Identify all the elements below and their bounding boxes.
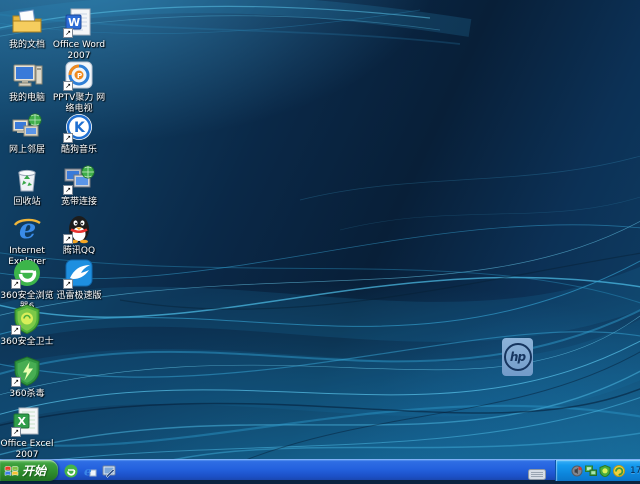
desktop-icon-label: 360杀毒 xyxy=(9,389,45,399)
desktop-icon-thunder[interactable]: ↗ 迅雷极速版 xyxy=(52,257,106,302)
desktop-icon-qq[interactable]: ↗ 腾讯QQ xyxy=(52,212,106,257)
system-tray: 17:05 xyxy=(555,460,640,481)
desktop-icon-360-safe-guard[interactable]: ↗ 360安全卫士 xyxy=(0,303,54,348)
shortcut-arrow-icon: ↗ xyxy=(11,279,21,289)
shortcut-arrow-icon: ↗ xyxy=(11,377,21,387)
kugou-music-icon: K ↗ xyxy=(63,111,95,143)
language-bar-icon[interactable] xyxy=(528,465,546,480)
broadband-icon: ↗ xyxy=(63,163,95,195)
my-documents-icon xyxy=(11,6,43,38)
desktop-icon-label: 360安全卫士 xyxy=(0,337,54,347)
desktop-icon-office-word[interactable]: W ↗ Office Word 2007 xyxy=(52,6,106,62)
shortcut-arrow-icon: ↗ xyxy=(63,133,73,143)
shortcut-arrow-icon: ↗ xyxy=(63,279,73,289)
desktop-icon-label: 网上邻居 xyxy=(8,145,45,155)
quick-launch-bar: e xyxy=(63,462,116,479)
volume-tray-icon[interactable] xyxy=(571,464,583,477)
my-computer-icon xyxy=(11,59,43,91)
quicklaunch-show-desktop-icon[interactable] xyxy=(101,463,116,478)
shortcut-arrow-icon: ↗ xyxy=(63,81,73,91)
start-button-label: 开始 xyxy=(22,464,47,478)
desktop-icon-label: 我的文档 xyxy=(8,40,45,50)
desktop-icon-kugou-music[interactable]: K ↗ 酷狗音乐 xyxy=(52,111,106,156)
360-safe-guard-icon: ↗ xyxy=(11,303,43,335)
recycle-bin-icon xyxy=(11,163,43,195)
network-tray-icon[interactable] xyxy=(585,464,597,477)
desktop-icon-pptv[interactable]: P ↗ PPTV聚力 网 络电视 xyxy=(52,59,106,115)
desktop-icon-network-places[interactable]: 网上邻居 xyxy=(0,111,54,156)
shortcut-arrow-icon: ↗ xyxy=(11,427,21,437)
qq-icon: ↗ xyxy=(63,212,95,244)
start-button[interactable]: 开始 xyxy=(0,460,58,481)
quicklaunch-360-browser-icon[interactable] xyxy=(63,463,78,478)
shortcut-arrow-icon: ↗ xyxy=(63,28,73,38)
desktop-icon-label: 迅雷极速版 xyxy=(56,291,102,301)
desktop-icon-360-antivirus[interactable]: ↗ 360杀毒 xyxy=(0,355,54,400)
shortcut-arrow-icon: ↗ xyxy=(11,325,21,335)
hp-logo-text: hp xyxy=(503,343,532,371)
excel-icon: X ↗ xyxy=(11,405,43,437)
desktop-icon-office-excel[interactable]: X ↗ Office Excel 2007 xyxy=(0,405,54,461)
desktop-icon-label: Office Excel 2007 xyxy=(0,439,54,460)
360-browser-icon: ↗ xyxy=(11,257,43,289)
svg-text:K: K xyxy=(74,120,86,136)
desktop-icon-label: 腾讯QQ xyxy=(62,246,96,256)
svg-text:e: e xyxy=(84,464,92,478)
svg-text:e: e xyxy=(19,214,36,244)
desktop-icon-my-computer[interactable]: 我的电脑 xyxy=(0,59,54,104)
desktop-icon-label: 酷狗音乐 xyxy=(60,145,97,155)
desktop-icon-label: 回收站 xyxy=(13,197,41,207)
360-safe-tray-icon[interactable] xyxy=(599,464,611,477)
windows-logo-icon xyxy=(4,465,19,476)
desktop-icon-my-documents[interactable]: 我的文档 xyxy=(0,6,54,51)
shortcut-arrow-icon: ↗ xyxy=(63,234,73,244)
internet-explorer-icon: e xyxy=(11,212,43,244)
svg-text:P: P xyxy=(77,72,82,80)
word-icon: W ↗ xyxy=(63,6,95,38)
360-antivirus-tray-icon[interactable] xyxy=(613,464,625,477)
network-places-icon xyxy=(11,111,43,143)
hp-logo: hp xyxy=(502,338,533,376)
taskbar: 开始 e 17 xyxy=(0,459,640,481)
shortcut-arrow-icon: ↗ xyxy=(63,185,73,195)
pptv-icon: P ↗ xyxy=(63,59,95,91)
thunder-icon: ↗ xyxy=(63,257,95,289)
desktop-icon-label: 宽带连接 xyxy=(60,197,97,207)
desktop-icon-recycle-bin[interactable]: 回收站 xyxy=(0,163,54,208)
desktop-icon-broadband[interactable]: ↗ 宽带连接 xyxy=(52,163,106,208)
quicklaunch-internet-explorer-icon[interactable]: e xyxy=(82,463,97,478)
tray-clock: 17:05 xyxy=(630,465,640,476)
360-antivirus-icon: ↗ xyxy=(11,355,43,387)
desktop-icon-label: 我的电脑 xyxy=(8,93,45,103)
